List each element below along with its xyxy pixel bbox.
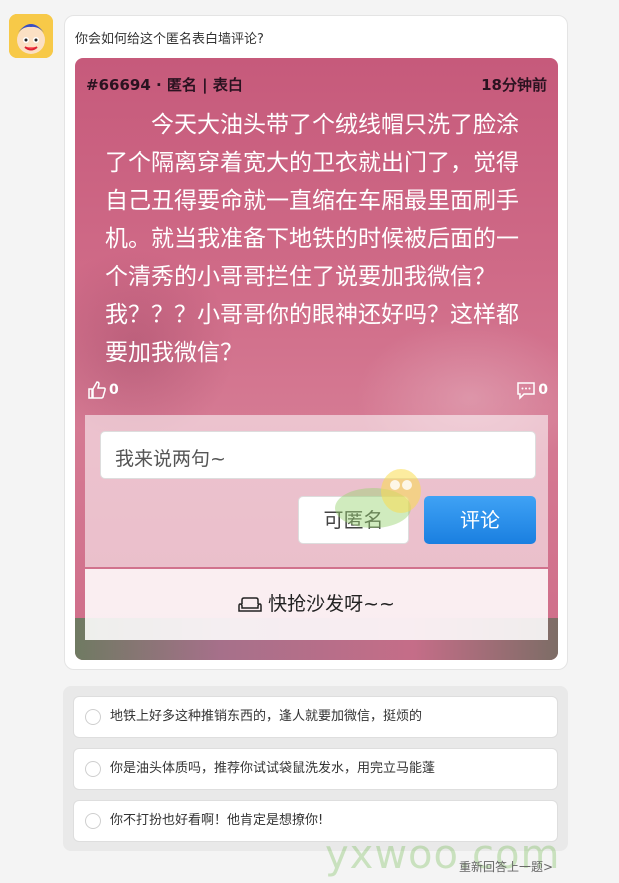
answer-options: 地铁上好多这种推销东西的，逢人就要加微信，挺烦的 你是油头体质吗，推荐你试试袋鼠… xyxy=(63,686,568,851)
option-2[interactable]: 你是油头体质吗，推荐你试试袋鼠洗发水，用完立马能蓬 xyxy=(73,748,558,790)
post-content: 今天大油头带了个绒线帽只洗了脸涂了个隔离穿着宽大的卫衣就出门了，觉得自己丑得要命… xyxy=(105,112,519,366)
question-bubble: 你会如何给这个匿名表白墙评论? #66694 · 匿名 | 表白 18分钟前 今… xyxy=(64,15,568,670)
radio-icon[interactable] xyxy=(85,709,101,725)
comment-icon xyxy=(517,382,535,400)
post-card: #66694 · 匿名 | 表白 18分钟前 今天大油头带了个绒线帽只洗了脸涂了… xyxy=(75,58,558,660)
sofa-prompt: 快抢沙发呀~~ xyxy=(85,569,548,640)
option-text: 地铁上好多这种推销东西的，逢人就要加微信，挺烦的 xyxy=(110,709,423,724)
question-text: 你会如何给这个匿名表白墙评论? xyxy=(75,32,264,47)
sofa-icon xyxy=(238,596,262,612)
option-1[interactable]: 地铁上好多这种推销东西的，逢人就要加微信，挺烦的 xyxy=(73,696,558,738)
option-text: 你是油头体质吗，推荐你试试袋鼠洗发水，用完立马能蓬 xyxy=(110,761,436,776)
comment-count-button[interactable]: 0 xyxy=(516,380,548,400)
watermark-logo-icon xyxy=(335,469,421,528)
thumbs-up-icon xyxy=(88,381,106,399)
comment-input[interactable]: 我来说两句~ xyxy=(100,431,536,479)
comment-count: 0 xyxy=(538,382,548,398)
redo-previous-link[interactable]: 重新回答上一题> xyxy=(459,858,553,875)
post-header: #66694 · 匿名 | 表白 18分钟前 xyxy=(86,74,547,96)
sofa-label: 快抢沙发呀~~ xyxy=(268,593,395,615)
radio-icon[interactable] xyxy=(85,813,101,829)
like-count: 0 xyxy=(109,382,119,398)
option-text: 你不打扮也好看啊！他肯定是想撩你! xyxy=(110,813,324,828)
post-id: #66694 · 匿名 | 表白 xyxy=(86,76,243,94)
like-button[interactable]: 0 xyxy=(87,380,119,400)
comment-form: 我来说两句~ 可匿名 评论 xyxy=(85,415,548,567)
submit-comment-button[interactable]: 评论 xyxy=(424,496,536,544)
post-time: 18分钟前 xyxy=(481,76,547,94)
radio-icon[interactable] xyxy=(85,761,101,777)
avatar xyxy=(9,14,53,58)
